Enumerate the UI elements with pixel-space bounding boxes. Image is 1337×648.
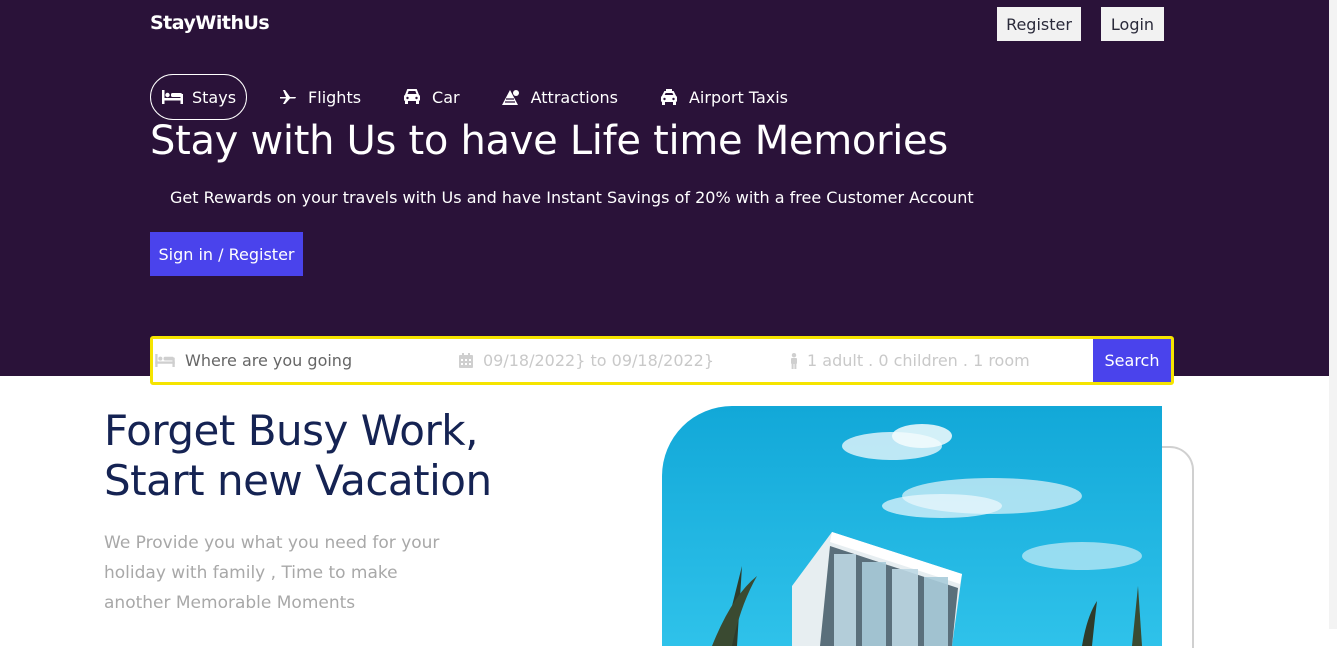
destination-field[interactable]: [153, 339, 459, 382]
section-paragraph: We Provide you what you need for your ho…: [104, 533, 440, 613]
page-scrollbar[interactable]: [1329, 0, 1337, 629]
search-button[interactable]: Search: [1093, 339, 1171, 382]
nav-item-label: Attractions: [530, 87, 618, 107]
guests-field[interactable]: 1 adult . 0 children . 1 room: [789, 339, 1030, 382]
hero-headline: Stay with Us to have Life time Memories: [150, 118, 948, 164]
section-title-line-2: Start new Vacation: [104, 456, 492, 505]
nav-item-label: Airport Taxis: [688, 87, 789, 107]
bed-icon: [161, 88, 183, 106]
date-range-field[interactable]: 09/18/2022} to 09/18/2022}: [459, 339, 789, 382]
nav-item-stays[interactable]: Stays: [150, 74, 248, 120]
person-icon: [789, 352, 799, 369]
nav-item-airport-taxis[interactable]: Airport Taxis: [648, 74, 798, 120]
category-nav: Stays Flights Car Attractions Airport Ta…: [150, 74, 818, 120]
calendar-icon: [459, 353, 473, 368]
plane-icon: [277, 88, 299, 106]
taxi-icon: [658, 88, 680, 106]
bed-icon: [155, 354, 175, 367]
nav-item-attractions[interactable]: Attractions: [490, 74, 628, 120]
register-button[interactable]: Register: [997, 7, 1081, 41]
nav-item-flights[interactable]: Flights: [267, 74, 371, 120]
hero-banner: StayWithUs Register Login Stays Flights …: [0, 0, 1337, 376]
sign-in-register-button[interactable]: Sign in / Register: [150, 232, 303, 276]
nav-item-label: Car: [432, 87, 460, 107]
vacation-house-photo: [662, 406, 1162, 646]
hero-subtext: Get Rewards on your travels with Us and …: [170, 188, 974, 207]
guests-text: 1 adult . 0 children . 1 room: [807, 351, 1030, 370]
search-bar: 09/18/2022} to 09/18/2022} 1 adult . 0 c…: [150, 336, 1174, 385]
login-button[interactable]: Login: [1101, 7, 1164, 41]
section-title: Forget Busy Work, Start new Vacation: [104, 406, 492, 506]
nav-item-label: Stays: [192, 87, 237, 107]
car-icon: [401, 88, 423, 106]
brand-logo[interactable]: StayWithUs: [150, 12, 270, 34]
destination-input[interactable]: [185, 351, 445, 370]
nav-item-car[interactable]: Car: [391, 74, 470, 120]
date-range-text: 09/18/2022} to 09/18/2022}: [483, 351, 715, 370]
nav-item-label: Flights: [308, 87, 362, 107]
attractions-icon: [500, 88, 522, 106]
section-title-line-1: Forget Busy Work,: [104, 406, 478, 455]
